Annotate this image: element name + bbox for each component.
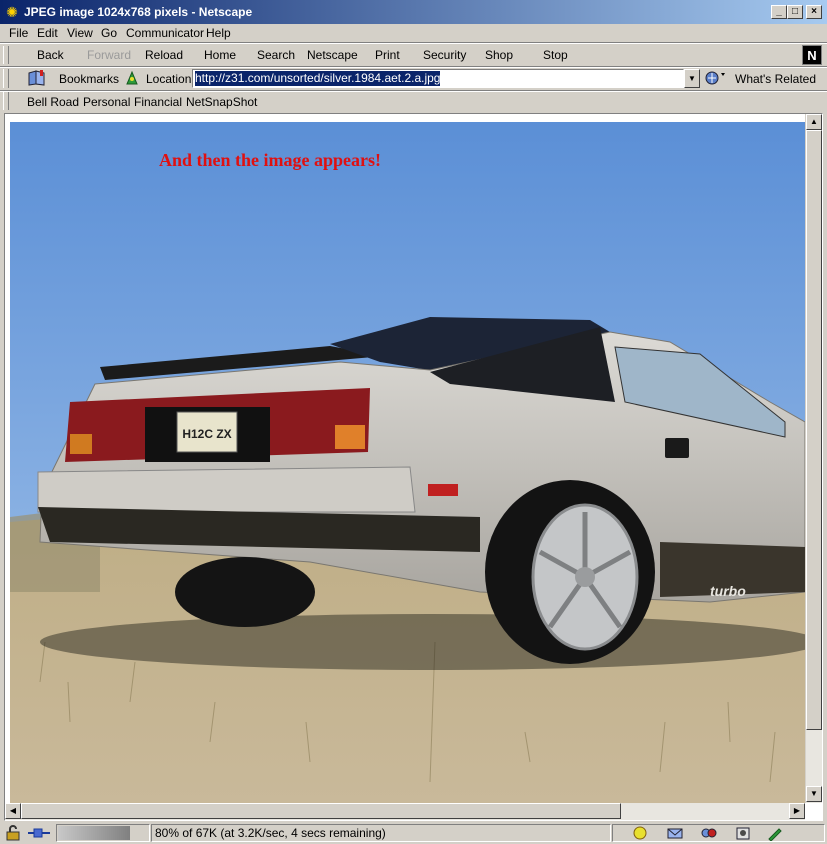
search-button[interactable]: Search (257, 48, 295, 62)
back-button[interactable]: Back (37, 48, 64, 62)
license-plate-text: H12C ZX (182, 427, 231, 441)
navigation-toolbar: Back Forward Reload Home Search Netscape… (0, 44, 827, 66)
home-button[interactable]: Home (204, 48, 236, 62)
netscape-app-icon[interactable]: ✺ (4, 4, 20, 20)
progress-fill (58, 826, 130, 840)
toolbar-grip[interactable] (3, 92, 9, 110)
personal-toolbar: Bell Road Personal Financial NetSnapShot (0, 91, 827, 111)
door-handle (665, 438, 689, 458)
scroll-left-button[interactable]: ◀ (5, 803, 21, 819)
menu-edit[interactable]: Edit (37, 26, 58, 40)
menu-communicator[interactable]: Communicator (126, 26, 204, 40)
location-input[interactable]: http://z31.com/unsorted/silver.1984.aet.… (192, 69, 684, 88)
netscape-logo-icon[interactable]: N (802, 45, 822, 65)
status-bar: 80% of 67K (at 3.2K/sec, 4 secs remainin… (0, 822, 827, 844)
car-shadow (40, 614, 805, 670)
vertical-scrollbar[interactable]: ▲ ▼ (805, 114, 822, 803)
navigator-icon[interactable] (631, 825, 649, 841)
menu-file[interactable]: File (9, 26, 28, 40)
maximize-button[interactable]: □ (787, 5, 803, 19)
composer-icon[interactable] (766, 825, 784, 841)
toolbar-grip[interactable] (3, 46, 9, 64)
overlay-caption: And then the image appears! (159, 150, 382, 170)
menu-view[interactable]: View (67, 26, 93, 40)
side-marker-light (428, 484, 458, 496)
progress-bar (56, 824, 150, 842)
close-button[interactable]: × (806, 5, 822, 19)
location-label: Location: (146, 72, 195, 86)
car-photo: H12C ZX turbo (10, 122, 805, 803)
minimize-button[interactable]: _ (771, 5, 787, 19)
menu-help[interactable]: Help (206, 26, 231, 40)
scroll-right-button[interactable]: ▶ (789, 803, 805, 819)
status-text: 80% of 67K (at 3.2K/sec, 4 secs remainin… (155, 826, 386, 840)
forward-button[interactable]: Forward (87, 48, 131, 62)
menu-bar: File Edit View Go Communicator Help (0, 24, 827, 42)
rear-left-tire (175, 557, 315, 627)
toolbar-grip[interactable] (3, 69, 9, 88)
stop-button[interactable]: Stop (543, 48, 568, 62)
whats-related-button[interactable]: What's Related (735, 72, 816, 86)
bookmarks-icon[interactable] (27, 70, 47, 86)
personal-link-personal[interactable]: Personal (83, 95, 130, 109)
location-dropdown-button[interactable]: ▼ (684, 69, 700, 88)
scroll-down-button[interactable]: ▼ (806, 786, 822, 802)
address-book-icon[interactable] (734, 825, 752, 841)
menu-go[interactable]: Go (101, 26, 117, 40)
netscape-button[interactable]: Netscape (307, 48, 358, 62)
horizontal-scroll-thumb[interactable] (21, 803, 621, 819)
whats-related-icon[interactable] (705, 70, 729, 86)
personal-link-netsnapshot[interactable]: NetSnapShot (186, 95, 257, 109)
left-turn-signal (70, 434, 92, 454)
horizontal-scrollbar[interactable]: ◀ ▶ (5, 803, 805, 820)
title-bar: ✺ JPEG image 1024x768 pixels - Netscape … (0, 0, 827, 24)
location-toolbar: Bookmarks Location: http://z31.com/unsor… (0, 67, 827, 90)
mail-icon[interactable] (666, 825, 684, 841)
security-lock-icon[interactable] (4, 825, 22, 841)
discussions-icon[interactable] (700, 825, 718, 841)
vertical-scroll-thumb[interactable] (806, 130, 822, 730)
reload-button[interactable]: Reload (145, 48, 183, 62)
scroll-up-button[interactable]: ▲ (806, 114, 822, 130)
rear-bumper (37, 466, 416, 513)
url-text: http://z31.com/unsorted/silver.1984.aet.… (195, 71, 441, 86)
page-proxy-icon[interactable] (124, 70, 140, 86)
personal-link-financial[interactable]: Financial (134, 95, 182, 109)
turbo-decal: turbo (710, 583, 746, 599)
shop-button[interactable]: Shop (485, 48, 513, 62)
bookmarks-button[interactable]: Bookmarks (59, 72, 119, 86)
security-button[interactable]: Security (423, 48, 466, 62)
online-connection-icon[interactable] (26, 825, 52, 841)
page-viewport[interactable]: H12C ZX turbo And then the image appears… (10, 122, 805, 803)
wheel-hub (575, 567, 595, 587)
right-turn-signal (335, 425, 365, 449)
window-title: JPEG image 1024x768 pixels - Netscape (24, 5, 253, 19)
personal-link-bell-road[interactable]: Bell Road (27, 95, 79, 109)
print-button[interactable]: Print (375, 48, 400, 62)
